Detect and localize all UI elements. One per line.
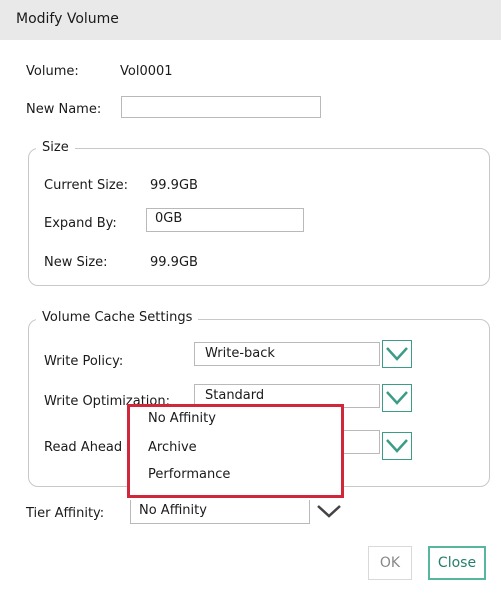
tier-affinity-dropdown-button[interactable] <box>314 500 344 524</box>
dialog-title: Modify Volume <box>16 11 119 27</box>
write-policy-label: Write Policy: <box>44 354 124 369</box>
tier-affinity-label: Tier Affinity: <box>26 506 105 521</box>
modify-volume-dialog: Modify Volume Volume: Vol0001 New Name: … <box>0 0 501 598</box>
tier-affinity-value: No Affinity <box>139 503 207 518</box>
current-size-value: 99.9GB <box>150 178 198 193</box>
tier-option-performance[interactable]: Performance <box>148 467 230 482</box>
write-policy-dropdown-button[interactable] <box>382 340 412 368</box>
write-policy-select[interactable]: Write-back <box>194 342 380 366</box>
volume-label: Volume: <box>26 64 79 79</box>
tier-option-archive[interactable]: Archive <box>148 440 197 455</box>
read-ahead-label: Read Ahead <box>44 440 123 455</box>
tier-affinity-options-list: No Affinity Archive Performance <box>127 404 344 498</box>
chevron-down-icon <box>386 439 408 453</box>
write-optimization-dropdown-button[interactable] <box>382 384 412 412</box>
read-ahead-dropdown-button[interactable] <box>382 432 412 460</box>
size-legend: Size <box>36 140 75 155</box>
volume-value: Vol0001 <box>120 64 173 79</box>
new-name-label: New Name: <box>26 102 102 117</box>
expand-by-input[interactable]: 0GB <box>146 208 304 232</box>
write-policy-value: Write-back <box>205 346 275 361</box>
tier-option-no-affinity[interactable]: No Affinity <box>148 411 216 426</box>
new-size-value: 99.9GB <box>150 255 198 270</box>
ok-button[interactable]: OK <box>368 546 412 580</box>
chevron-down-icon <box>386 391 408 405</box>
current-size-label: Current Size: <box>44 178 129 193</box>
chevron-down-icon <box>386 347 408 361</box>
cache-settings-legend: Volume Cache Settings <box>36 310 199 325</box>
expand-by-label: Expand By: <box>44 216 117 231</box>
chevron-down-icon <box>317 505 341 518</box>
tier-affinity-select[interactable]: No Affinity <box>130 500 310 524</box>
title-bar: Modify Volume <box>0 0 501 40</box>
write-optimization-value: Standard <box>205 388 265 403</box>
close-button[interactable]: Close <box>428 546 486 580</box>
new-name-input[interactable] <box>121 96 321 118</box>
new-size-label: New Size: <box>44 255 108 270</box>
expand-by-value: 0GB <box>155 211 183 226</box>
